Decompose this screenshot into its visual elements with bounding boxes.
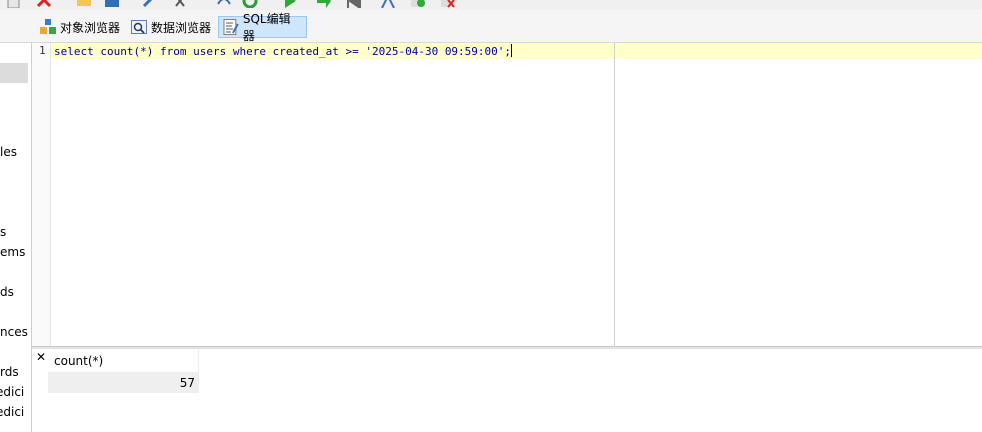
result-column-header[interactable]: count(*) (48, 349, 199, 373)
sql-string-literal: '2025-04-30 09:59:00' (365, 45, 505, 58)
execute-step-icon[interactable] (316, 0, 332, 8)
tree-selected-row[interactable] (0, 63, 28, 83)
tree-item[interactable]: edici (0, 405, 24, 419)
tree-item[interactable]: rds (0, 365, 19, 379)
line-number-gutter: 1 (32, 43, 51, 346)
tree-item[interactable]: ems (0, 245, 25, 259)
add-table-icon[interactable] (410, 0, 426, 8)
delete-icon[interactable] (36, 0, 52, 8)
results-panel: ✕ count(*) 57 (32, 349, 982, 432)
data-browser-icon (131, 20, 147, 34)
edit-icon[interactable] (142, 0, 158, 8)
tab-label: SQL编辑器 (242, 12, 291, 43)
close-results-button[interactable]: ✕ (34, 350, 48, 364)
text-caret (511, 44, 513, 57)
code-line[interactable]: select count(*) from users where created… (54, 44, 513, 58)
save-icon[interactable] (104, 0, 120, 8)
object-browser-icon (40, 19, 56, 34)
sql-function: count(*) (100, 45, 154, 58)
remove-table-icon[interactable] (440, 0, 456, 8)
sql-table-name: users (193, 45, 227, 58)
object-tree-panel: les s ems ds nces rds edici edici (0, 43, 32, 432)
right-margin-line (614, 43, 615, 346)
tab-label: 对象浏览器 (60, 20, 121, 35)
tree-item[interactable]: nces (0, 325, 28, 339)
format-icon[interactable] (380, 0, 396, 8)
sql-column-name: created_at (272, 45, 339, 58)
tree-item[interactable]: ds (0, 285, 14, 299)
file-icon[interactable] (6, 0, 22, 8)
sql-keyword: from (159, 45, 187, 58)
tab-label: 数据浏览器 (151, 20, 212, 35)
tab-object-browser[interactable]: 对象浏览器 (36, 16, 124, 38)
sql-editor-icon (223, 19, 239, 35)
cut-icon[interactable] (172, 0, 188, 8)
table-row[interactable]: 57 (48, 373, 199, 393)
refresh-icon[interactable] (242, 0, 258, 8)
view-tabbar: 对象浏览器 数据浏览器 SQL编辑器 (0, 10, 982, 43)
tab-data-browser[interactable]: 数据浏览器 (127, 16, 215, 38)
tree-item[interactable]: edici (0, 385, 24, 399)
execute-icon[interactable] (282, 0, 298, 8)
main-toolbar (0, 0, 982, 10)
tree-item[interactable]: s (0, 225, 6, 239)
sql-keyword: where (232, 45, 266, 58)
sql-editor[interactable]: 1 select count(*) from users where creat… (32, 43, 982, 346)
open-folder-icon[interactable] (76, 0, 92, 8)
undo-icon[interactable] (216, 0, 232, 8)
stop-icon[interactable] (346, 0, 362, 8)
sql-operator: >= (345, 45, 359, 58)
sql-terminator: ; (504, 45, 512, 58)
sql-keyword: select (54, 45, 94, 58)
result-cell[interactable]: 57 (180, 373, 195, 393)
line-number: 1 (39, 44, 46, 57)
tree-item[interactable]: les (0, 145, 17, 159)
tab-sql-editor[interactable]: SQL编辑器 (218, 12, 307, 43)
